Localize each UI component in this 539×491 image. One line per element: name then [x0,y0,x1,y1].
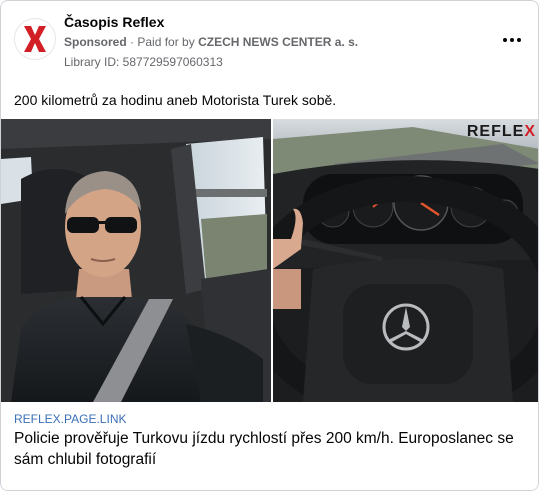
paid-for-label: Paid for by [137,35,195,49]
speedometer-image [273,119,538,402]
photo-driver-selfie[interactable] [1,119,271,402]
reflex-watermark: REFLEX [467,123,536,141]
avatar[interactable] [14,18,56,60]
page-name[interactable]: Časopis Reflex [64,14,164,30]
more-horizontal-icon [510,38,514,42]
more-options-button[interactable] [500,31,524,49]
post-media[interactable]: REFLEX [1,119,538,402]
reflex-logo-icon [24,26,46,52]
watermark-text: REFLE [466,123,525,140]
link-domain: REFLEX.PAGE.LINK [14,412,127,426]
link-preview[interactable]: REFLEX.PAGE.LINK Policie prověřuje Turko… [1,402,538,490]
meta-separator: · [130,35,135,49]
advertiser-name[interactable]: CZECH NEWS CENTER a. s. [198,35,358,49]
post-text: 200 kilometrů za hodinu aneb Motorista T… [14,92,337,108]
post-header: Časopis Reflex Sponsored · Paid for by C… [1,1,538,81]
link-title[interactable]: Policie prověřuje Turkovu jízdu rychlost… [14,428,529,470]
library-id: Library ID: 587729597060313 [64,55,223,69]
sponsored-label[interactable]: Sponsored [64,35,127,49]
more-horizontal-icon [503,38,507,42]
driver-selfie-image [1,119,271,402]
watermark-x: X [524,123,536,140]
sponsored-post-card: Časopis Reflex Sponsored · Paid for by C… [0,0,539,491]
photo-speedometer[interactable]: REFLEX [273,119,538,402]
sponsored-line: Sponsored · Paid for by CZECH NEWS CENTE… [64,35,358,49]
more-horizontal-icon [517,38,521,42]
